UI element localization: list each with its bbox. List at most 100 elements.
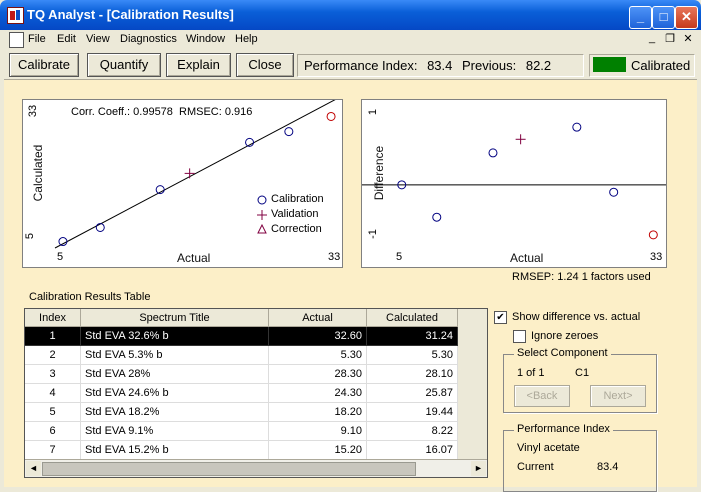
- cell-actual: 9.10: [269, 422, 367, 441]
- legend-calibration-marker: [257, 195, 267, 205]
- cell-actual: 18.20: [269, 403, 367, 422]
- legend-validation: Validation: [271, 208, 319, 220]
- table-row[interactable]: 6 Std EVA 9.1% 9.10 8.22: [25, 422, 458, 441]
- header-calculated[interactable]: Calculated: [367, 309, 458, 327]
- cell-actual: 24.30: [269, 384, 367, 403]
- header-actual[interactable]: Actual: [269, 309, 367, 327]
- cell-spectrum-title: Std EVA 18.2%: [81, 403, 269, 422]
- performance-index-title: Performance Index: [514, 423, 613, 435]
- cell-index: 2: [25, 346, 81, 365]
- calibration-plot-svg: [54, 95, 343, 249]
- back-button[interactable]: <Back: [514, 385, 570, 407]
- window-title: TQ Analyst - [Calibration Results]: [27, 7, 234, 22]
- table-row[interactable]: 3 Std EVA 28% 28.30 28.10: [25, 365, 458, 384]
- close-window-button[interactable]: ✕: [675, 6, 698, 29]
- mdi-restore-button[interactable]: ❐: [662, 32, 678, 46]
- show-difference-checkbox[interactable]: ✔: [494, 311, 507, 324]
- component-name: C1: [575, 367, 590, 379]
- scroll-left-icon[interactable]: ◄: [26, 461, 41, 476]
- mdi-minimize-button[interactable]: _: [644, 32, 660, 46]
- status-text: Calibrated: [631, 58, 691, 73]
- header-spectrum-title[interactable]: Spectrum Title: [81, 309, 269, 327]
- horizontal-scrollbar[interactable]: ◄ ►: [25, 459, 487, 477]
- scroll-right-icon[interactable]: ►: [471, 461, 486, 476]
- quantify-button[interactable]: Quantify: [87, 53, 161, 77]
- legend-correction: Correction: [271, 223, 322, 235]
- cell-calculated: 8.22: [367, 422, 458, 441]
- menu-file[interactable]: File: [28, 33, 46, 45]
- menu-view[interactable]: View: [86, 33, 110, 45]
- plot2-xmax-tick: 33: [650, 251, 663, 263]
- cell-calculated: 25.87: [367, 384, 458, 403]
- calibrate-button[interactable]: Calibrate: [9, 53, 79, 77]
- component-full-name: Vinyl acetate: [517, 442, 580, 454]
- rmsec-annotation: RMSEC: 0.916: [179, 106, 253, 118]
- plot1-xlabel: Actual: [177, 251, 211, 265]
- plot2-xmin-tick: 5: [396, 251, 403, 263]
- table-row[interactable]: 7 Std EVA 15.2% b 15.20 16.07: [25, 441, 458, 460]
- calibration-plot: Corr. Coeff.: 0.99578 RMSEC: 0.916 Actua…: [22, 95, 343, 268]
- current-label: Current: [517, 461, 554, 473]
- corr-coeff-annotation: Corr. Coeff.: 0.99578: [71, 106, 173, 118]
- calibration-point: [284, 127, 294, 137]
- difference-point: [488, 148, 498, 158]
- mdi-close-button[interactable]: ✕: [680, 32, 696, 46]
- maximize-button[interactable]: □: [652, 6, 675, 29]
- cell-actual: 15.20: [269, 441, 367, 460]
- ignore-zeroes-checkbox[interactable]: [513, 330, 526, 343]
- table-empty-area: [458, 309, 487, 459]
- minimize-button[interactable]: _: [629, 6, 652, 29]
- explain-button[interactable]: Explain: [166, 53, 231, 77]
- menu-diagnostics[interactable]: Diagnostics: [120, 33, 177, 45]
- plot1-ymin-tick: 5: [24, 232, 37, 240]
- legend-calibration: Calibration: [271, 193, 324, 205]
- cell-index: 6: [25, 422, 81, 441]
- menu-edit[interactable]: Edit: [57, 33, 76, 45]
- app-icon: [7, 7, 24, 24]
- difference-point: [572, 122, 582, 132]
- cell-actual: 32.60: [269, 327, 367, 346]
- legend-correction-marker: [257, 223, 267, 234]
- component-counter: 1 of 1: [517, 367, 545, 379]
- cell-spectrum-title: Std EVA 24.6% b: [81, 384, 269, 403]
- plot2-ymax-tick: 1: [367, 108, 380, 116]
- difference-plot: Actual 5 33 Difference -1 1: [361, 99, 667, 268]
- performance-index-value: 83.4: [427, 58, 453, 73]
- header-index[interactable]: Index: [25, 309, 81, 327]
- cell-index: 5: [25, 403, 81, 422]
- cell-calculated: 5.30: [367, 346, 458, 365]
- plot1-xmin-tick: 5: [57, 251, 64, 263]
- close-button[interactable]: Close: [236, 53, 294, 77]
- difference-point: [432, 212, 442, 222]
- plot1-xmax-tick: 33: [328, 251, 341, 263]
- document-icon[interactable]: [9, 32, 24, 48]
- difference-point: [609, 187, 619, 197]
- cell-spectrum-title: Std EVA 28%: [81, 365, 269, 384]
- scroll-thumb[interactable]: [42, 462, 416, 476]
- next-button[interactable]: Next>: [590, 385, 646, 407]
- rmsep-footer: RMSEP: 1.24 1 factors used: [512, 271, 651, 283]
- previous-label: Previous:: [462, 58, 517, 73]
- calibration-point: [95, 222, 105, 232]
- difference-plot-svg: [362, 122, 666, 240]
- table-row[interactable]: 5 Std EVA 18.2% 18.20 19.44: [25, 403, 458, 422]
- ignore-zeroes-label: Ignore zeroes: [531, 330, 599, 342]
- cell-spectrum-title: Std EVA 5.3% b: [81, 346, 269, 365]
- table-row[interactable]: 1 Std EVA 32.6% b 32.60 31.24: [25, 327, 458, 346]
- previous-value: 82.2: [525, 58, 552, 73]
- difference-point: [648, 230, 658, 240]
- menu-help[interactable]: Help: [235, 33, 258, 45]
- cell-spectrum-title: Std EVA 32.6% b: [81, 327, 269, 346]
- cell-index: 4: [25, 384, 81, 403]
- table-row[interactable]: 2 Std EVA 5.3% b 5.30 5.30: [25, 346, 458, 365]
- cell-calculated: 16.07: [367, 441, 458, 460]
- menu-window[interactable]: Window: [186, 33, 225, 45]
- table-caption: Calibration Results Table: [29, 291, 151, 303]
- plot1-ylabel: Calculated: [31, 144, 45, 202]
- title-bar: TQ Analyst - [Calibration Results] _ □ ✕: [0, 0, 701, 30]
- show-difference-label: Show difference vs. actual: [512, 311, 641, 323]
- plot2-ymin-tick: -1: [366, 229, 379, 239]
- table-row[interactable]: 4 Std EVA 24.6% b 24.30 25.87: [25, 384, 458, 403]
- calibration-point: [326, 111, 336, 121]
- cell-index: 1: [25, 327, 81, 346]
